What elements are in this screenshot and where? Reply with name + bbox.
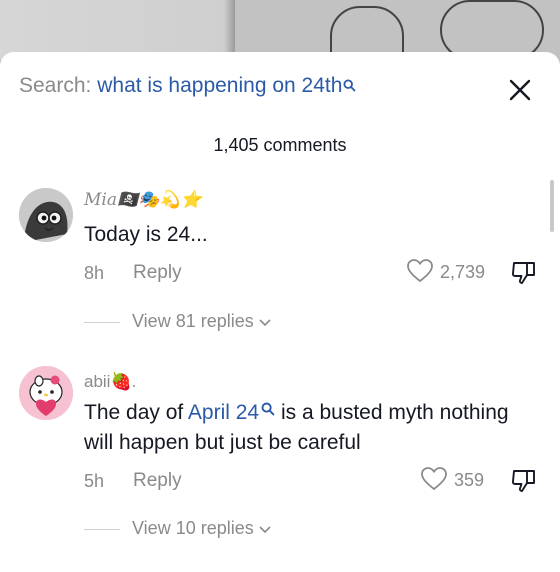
comment-username[interactable]: abii🍓. (84, 372, 136, 392)
divider-line (84, 528, 120, 530)
heart-icon[interactable] (421, 467, 447, 491)
chevron-down-icon (259, 319, 271, 327)
avatar[interactable] (19, 188, 73, 242)
view-replies-button[interactable]: View 10 replies (84, 518, 271, 539)
view-replies-button[interactable]: View 81 replies (84, 311, 271, 332)
comment-text-prefix: The day of (84, 401, 188, 424)
reply-button[interactable]: Reply (133, 470, 182, 492)
search-highlight-link[interactable]: April 24 (188, 401, 259, 424)
username-emojis: 🏴‍☠️🎭💫⭐ (116, 190, 202, 210)
chevron-down-icon (259, 526, 271, 534)
reply-button[interactable]: Reply (133, 262, 182, 284)
search-query[interactable]: what is happening on 24th (97, 74, 342, 97)
comment-username[interactable]: Mia🏴‍☠️🎭💫⭐ (84, 190, 202, 210)
username-text: abii (84, 372, 111, 391)
comment-time: 5h (84, 471, 105, 491)
comment-time: 8h (84, 263, 105, 283)
search-icon (343, 74, 356, 98)
search-label: Search: (19, 74, 92, 97)
search-icon (261, 402, 275, 416)
username-text: Mia (84, 190, 117, 210)
like-count: 359 (454, 470, 485, 490)
view-replies-label: View 81 replies (132, 311, 254, 331)
view-replies-label: View 10 replies (132, 518, 254, 538)
search-header[interactable]: Search: what is happening on 24th (19, 74, 356, 98)
comment-text: Today is 24... (84, 223, 208, 246)
heart-icon[interactable] (407, 259, 433, 283)
comments-sheet: Search: what is happening on 24th 1,405 … (0, 52, 560, 572)
background-figure (440, 0, 544, 60)
username-emojis: 🍓. (110, 372, 137, 391)
video-background (0, 0, 560, 60)
avatar[interactable] (19, 366, 73, 420)
comment-text: The day of April 24 is a busted myth not… (84, 398, 524, 458)
scrollbar[interactable] (550, 180, 554, 232)
dislike-icon[interactable] (511, 260, 537, 286)
close-icon[interactable] (508, 78, 532, 102)
like-count: 2,739 (440, 262, 486, 282)
dislike-icon[interactable] (511, 468, 537, 494)
divider-line (84, 321, 120, 323)
comments-count: 1,405 comments (213, 135, 347, 155)
